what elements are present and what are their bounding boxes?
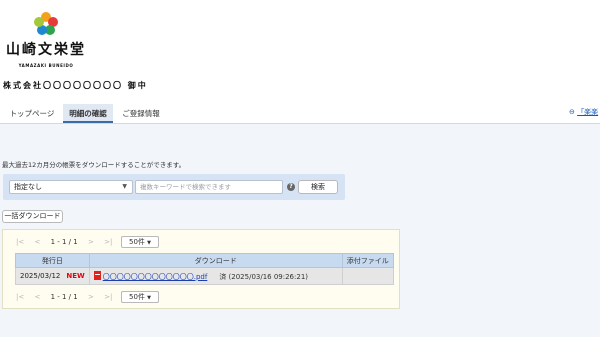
next-page-button[interactable]: > xyxy=(88,290,94,304)
main-nav: トップページ 明細の確認 ご登録情報 xyxy=(0,102,600,124)
pager-top: |< < 1 - 1 / 1 > >| xyxy=(16,235,112,249)
pdf-download-link[interactable]: 〇〇〇〇〇〇〇〇〇〇〇〇〇.pdf xyxy=(103,273,208,281)
per-page-value: 50件 xyxy=(128,238,145,246)
flower-logo-icon xyxy=(34,12,58,35)
tab-registration-info[interactable]: ご登録情報 xyxy=(114,104,168,123)
search-button[interactable]: 検索 xyxy=(298,180,338,194)
issue-date: 2025/03/12 xyxy=(20,272,61,280)
external-link[interactable]: ⊖ 「楽楽 xyxy=(569,107,598,117)
page-range: 1 - 1 / 1 xyxy=(50,293,78,301)
column-header-attachment: 添付ファイル xyxy=(341,253,394,268)
page-range: 1 - 1 / 1 xyxy=(50,238,78,246)
tab-statement-check[interactable]: 明細の確認 xyxy=(63,104,113,123)
first-page-button[interactable]: |< xyxy=(16,235,24,249)
per-page-value: 50件 xyxy=(128,293,145,301)
customer-name: 株式会社〇〇〇〇〇〇〇〇 御中 xyxy=(3,81,148,90)
logo-name-jp: 山崎文栄堂 xyxy=(6,42,86,58)
next-page-button[interactable]: > xyxy=(88,235,94,249)
search-bar: 指定なし ▼ 複数キーワードで検索できます ? 検索 xyxy=(3,174,345,200)
chevron-down-icon: ▼ xyxy=(147,295,151,301)
link-icon: ⊖ xyxy=(569,108,575,116)
prev-page-button[interactable]: < xyxy=(34,235,40,249)
header: 山崎文栄堂 YAMAZAKI BUNEIDO 株式会社〇〇〇〇〇〇〇〇 御中 xyxy=(0,0,600,100)
description-text: 最大過去12カ月分の帳票をダウンロードすることができます。 xyxy=(2,161,186,169)
column-header-date[interactable]: 発行日 xyxy=(15,253,90,268)
table-row: 2025/03/12 NEW 〇〇〇〇〇〇〇〇〇〇〇〇〇.pdf 済 (2025/0… xyxy=(15,267,394,285)
keyword-search-input[interactable]: 複数キーワードで検索できます xyxy=(135,180,283,194)
pdf-icon xyxy=(93,270,101,280)
download-status: 済 (2025/03/16 09:26:21) xyxy=(219,272,309,281)
new-badge: NEW xyxy=(66,272,85,280)
issue-date-cell: 2025/03/12 NEW xyxy=(15,267,90,285)
prev-page-button[interactable]: < xyxy=(34,290,40,304)
last-page-button[interactable]: >| xyxy=(104,235,112,249)
document-type-selected: 指定なし xyxy=(14,183,42,191)
external-link-label: 「楽楽 xyxy=(577,108,599,116)
attachment-cell xyxy=(341,267,394,285)
per-page-select-bottom[interactable]: 50件 ▼ xyxy=(121,291,159,303)
logo-name-en: YAMAZAKI BUNEIDO xyxy=(18,63,74,68)
yamazaki-buneido-logo[interactable]: 山崎文栄堂 YAMAZAKI BUNEIDO xyxy=(4,10,88,68)
download-cell: 〇〇〇〇〇〇〇〇〇〇〇〇〇.pdf 済 (2025/03/16 09:26:21) xyxy=(88,267,343,285)
tab-top-page[interactable]: トップページ xyxy=(2,104,62,123)
first-page-button[interactable]: |< xyxy=(16,290,24,304)
per-page-select-top[interactable]: 50件 ▼ xyxy=(121,236,159,248)
help-icon[interactable]: ? xyxy=(287,183,295,191)
documents-table: 発行日 ダウンロード 添付ファイル 2025/03/12 NEW 〇〇〇〇〇〇〇〇… xyxy=(15,253,394,285)
column-header-download: ダウンロード xyxy=(88,253,343,268)
bulk-download-button[interactable]: 一括ダウンロード xyxy=(2,210,63,223)
pager-bottom: |< < 1 - 1 / 1 > >| xyxy=(16,290,112,304)
last-page-button[interactable]: >| xyxy=(104,290,112,304)
chevron-down-icon: ▼ xyxy=(147,240,151,246)
document-type-select[interactable]: 指定なし ▼ xyxy=(9,180,133,194)
chevron-down-icon: ▼ xyxy=(122,183,127,190)
